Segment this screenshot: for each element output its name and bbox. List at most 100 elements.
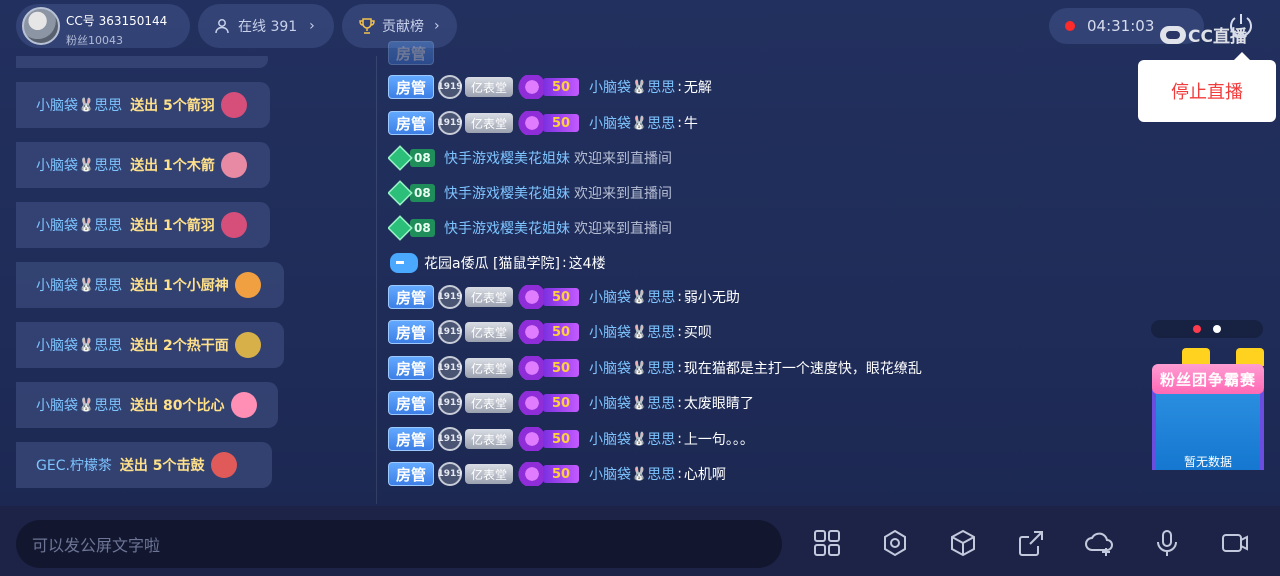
chat-nick-suffix[interactable]: 思思 bbox=[647, 287, 675, 307]
admin-badge: 房管 bbox=[388, 462, 434, 486]
chat-feed: 房管 房管 1919 亿表堂 50 小脑袋 🐰 思思 : 无解 房管 1919 亿表堂… bbox=[388, 40, 1128, 510]
admin-badge: 房管 bbox=[388, 285, 434, 309]
gift-user-suffix: 思思 bbox=[94, 158, 123, 174]
bunny-icon: 🐰 bbox=[631, 79, 648, 95]
chat-nick-suffix[interactable]: 思思 bbox=[647, 322, 675, 342]
grid-icon[interactable] bbox=[810, 526, 844, 560]
chat-nick[interactable]: 小脑袋 bbox=[589, 322, 631, 342]
chat-message: 房管 1919 亿表堂 50 小脑袋 🐰 思思 : 上一句。。。 bbox=[388, 426, 754, 452]
chat-welcome: 08 快手游戏樱美花姐妹 欢迎来到直播间 bbox=[388, 145, 672, 171]
camera-icon[interactable] bbox=[1218, 526, 1252, 560]
no-data-label: 暂无数据 bbox=[1183, 455, 1232, 469]
streamer-info[interactable]: CC号 363150144 粉丝10043 bbox=[16, 4, 190, 48]
trophy-icon bbox=[359, 18, 375, 34]
chat-welcome: 08 快手游戏樱美花姐妹 欢迎来到直播间 bbox=[388, 215, 672, 241]
chat-nick-suffix[interactable]: 思思 bbox=[647, 429, 675, 449]
gamepad-icon bbox=[390, 253, 418, 273]
bunny-icon: 🐰 bbox=[78, 157, 95, 173]
arrow-feather-icon bbox=[220, 92, 247, 118]
green-level-badge: 08 bbox=[388, 180, 440, 206]
shield-badge-icon: 1919 bbox=[437, 75, 463, 99]
chat-message: 花园a倭瓜 [猫鼠学院] : 这4楼 bbox=[388, 250, 606, 276]
gift-action: 送出 80个比心 bbox=[130, 398, 225, 414]
chat-nick-suffix[interactable]: 思思 bbox=[647, 393, 675, 413]
chat-nick[interactable]: 快手游戏樱美花姐妹 bbox=[444, 183, 570, 203]
chat-nick[interactable]: 小脑袋 bbox=[589, 429, 631, 449]
heart-hand-icon bbox=[230, 392, 257, 418]
chat-nick-suffix[interactable]: 思思 bbox=[647, 464, 675, 484]
chat-nick[interactable]: 快手游戏樱美花姐妹 bbox=[444, 218, 570, 238]
stop-live-button[interactable]: 停止直播 bbox=[1138, 52, 1276, 122]
gift-card: 小脑袋 🐰 思思 送出 2个热干面 bbox=[16, 322, 284, 368]
shield-badge-icon: 1919 bbox=[437, 462, 463, 486]
chat-input[interactable]: 可以发公屏文字啦 bbox=[16, 520, 782, 568]
mic-icon[interactable] bbox=[1150, 526, 1184, 560]
gift-feed: 小脑袋 🐰 思思 送出 5个箭羽 小脑袋 🐰 思思 送出 1个木箭 小脑袋 🐰 思思 送出 … bbox=[0, 56, 376, 506]
gift-user-suffix: 思思 bbox=[94, 98, 123, 114]
avatar[interactable] bbox=[22, 7, 60, 45]
level-badge: 50 bbox=[517, 285, 583, 309]
admin-badge: 房管 bbox=[388, 356, 434, 380]
record-dot-icon bbox=[1065, 21, 1075, 31]
noodle-icon bbox=[234, 332, 261, 358]
gift-card: GEC.柠檬茶 送出 5个击鼓 bbox=[16, 442, 272, 488]
green-level-badge: 08 bbox=[388, 145, 440, 171]
level-number: 50 bbox=[543, 465, 580, 483]
cube-icon[interactable] bbox=[946, 526, 980, 560]
gem-icon bbox=[388, 145, 413, 171]
bunny-icon: 🐰 bbox=[78, 277, 95, 293]
level-badge: 50 bbox=[517, 356, 583, 380]
gift-user-suffix: 思思 bbox=[94, 338, 123, 354]
chat-nick[interactable]: 小脑袋 bbox=[589, 113, 631, 133]
level-badge: 50 bbox=[517, 111, 583, 135]
chat-nick[interactable]: 小脑袋 bbox=[589, 358, 631, 378]
level-badge: 50 bbox=[517, 427, 583, 451]
chat-text: 牛 bbox=[683, 116, 698, 132]
gift-action: 送出 5个箭羽 bbox=[130, 98, 215, 114]
column-divider bbox=[376, 56, 377, 504]
gift-card: 小脑袋 🐰 思思 送出 1个小厨神 bbox=[16, 262, 284, 308]
gift-card: 小脑袋 🐰 思思 送出 80个比心 bbox=[16, 382, 278, 428]
chat-nick-suffix[interactable]: 思思 bbox=[647, 77, 675, 97]
gift-card: 小脑袋 🐰 思思 送出 1个木箭 bbox=[16, 142, 270, 188]
carousel-dot[interactable] bbox=[1193, 325, 1201, 333]
settings-icon[interactable] bbox=[878, 526, 912, 560]
chat-nick[interactable]: 快手游戏樱美花姐妹 bbox=[444, 148, 570, 168]
gift-user: 小脑袋 bbox=[36, 98, 78, 114]
gift-action: 送出 2个热干面 bbox=[130, 338, 229, 354]
chat-nick[interactable]: 小脑袋 bbox=[589, 287, 631, 307]
chat-message: 房管 1919 亿表堂 50 小脑袋 🐰 思思 : 买呗 bbox=[388, 319, 712, 345]
carousel-dot-active[interactable] bbox=[1213, 325, 1221, 333]
online-button[interactable]: 在线 391 › bbox=[198, 4, 334, 48]
cloud-add-icon[interactable] bbox=[1082, 526, 1116, 560]
wood-arrow-icon bbox=[220, 152, 247, 178]
level-badge: 50 bbox=[517, 320, 583, 344]
gift-card: 小脑袋 🐰 思思 送出 1个箭羽 bbox=[16, 202, 270, 248]
admin-badge: 房管 bbox=[388, 41, 434, 65]
chat-nick[interactable]: 小脑袋 bbox=[589, 77, 631, 97]
chat-nick[interactable]: 小脑袋 bbox=[589, 393, 631, 413]
bunny-icon: 🐰 bbox=[631, 289, 648, 305]
chat-message: 房管 1919 亿表堂 50 小脑袋 🐰 思思 : 现在猫都是主打一个速度快，眼花缭乱 bbox=[388, 355, 922, 381]
admin-badge: 房管 bbox=[388, 391, 434, 415]
gift-user: 小脑袋 bbox=[36, 338, 78, 354]
fan-club-widget[interactable]: 粉丝团争霸赛 暂无数据 bbox=[1152, 348, 1264, 470]
chat-nick[interactable]: 小脑袋 bbox=[589, 464, 631, 484]
power-icon[interactable] bbox=[1226, 10, 1256, 40]
share-icon[interactable] bbox=[1014, 526, 1048, 560]
chat-nick[interactable]: 花园a倭瓜 [猫鼠学院] bbox=[424, 253, 560, 273]
admin-badge: 房管 bbox=[388, 320, 434, 344]
gift-user: 小脑袋 bbox=[36, 218, 78, 234]
chat-text: 太废眼睛了 bbox=[683, 396, 754, 412]
chevron-right-icon: › bbox=[434, 18, 440, 34]
chat-nick-suffix[interactable]: 思思 bbox=[647, 358, 675, 378]
carousel-dots[interactable] bbox=[1151, 320, 1263, 338]
admin-badge: 房管 bbox=[388, 111, 434, 135]
cc-cloud-icon bbox=[1160, 25, 1186, 44]
gift-card-partial bbox=[16, 56, 268, 68]
chat-nick-suffix[interactable]: 思思 bbox=[647, 113, 675, 133]
arrow-feather-icon bbox=[220, 212, 247, 238]
fan-club-badge: 亿表堂 bbox=[465, 322, 514, 342]
gift-user-suffix: 思思 bbox=[94, 218, 123, 234]
level-badge: 50 bbox=[517, 462, 583, 486]
